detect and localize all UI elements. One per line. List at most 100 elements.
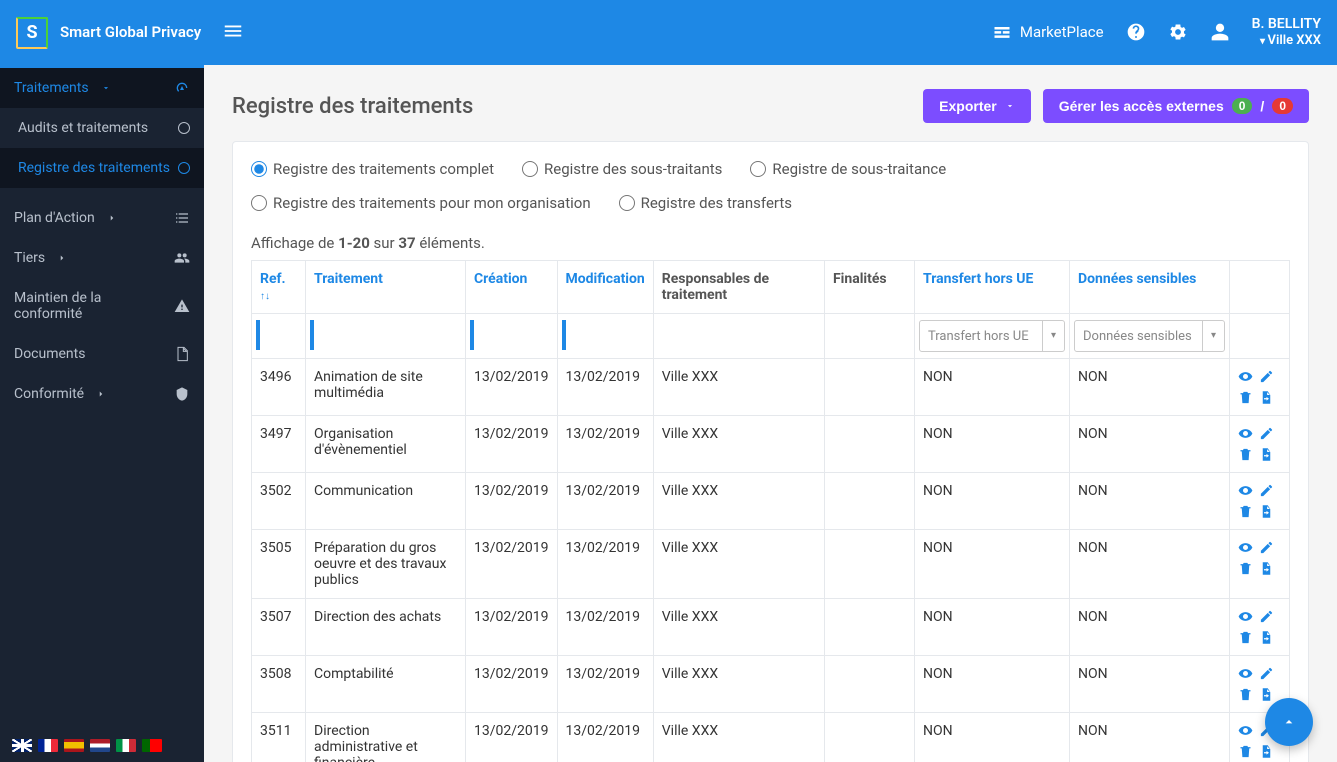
delete-icon[interactable] bbox=[1238, 744, 1253, 759]
cell-modification: 13/02/2019 bbox=[557, 599, 653, 656]
col-actions bbox=[1230, 261, 1290, 314]
delete-icon[interactable] bbox=[1238, 447, 1253, 462]
export-row-icon[interactable] bbox=[1259, 447, 1274, 462]
export-row-icon[interactable] bbox=[1259, 504, 1274, 519]
caret-down-icon bbox=[1005, 101, 1015, 111]
radio-sous-traitants[interactable]: Registre des sous-traitants bbox=[522, 160, 722, 178]
caret-up-icon bbox=[1281, 714, 1297, 730]
view-icon[interactable] bbox=[1238, 666, 1253, 681]
col-transfert[interactable]: Transfert hors UE bbox=[915, 261, 1070, 314]
radio-complet[interactable]: Registre des traitements complet bbox=[251, 160, 494, 178]
badge-separator: / bbox=[1260, 98, 1264, 114]
sidebar-item-conformite[interactable]: Conformité bbox=[0, 374, 204, 414]
col-responsables: Responsables de traitement bbox=[653, 261, 824, 314]
filter-transfert[interactable]: Transfert hors UE▾ bbox=[919, 320, 1065, 352]
scroll-top-button[interactable] bbox=[1265, 698, 1313, 746]
document-icon bbox=[174, 346, 190, 362]
chevron-right-icon bbox=[57, 253, 67, 263]
cell-modification: 13/02/2019 bbox=[557, 530, 653, 599]
help-icon[interactable] bbox=[1126, 22, 1146, 42]
filter-modification[interactable] bbox=[562, 320, 649, 350]
sidebar-item-tiers[interactable]: Tiers bbox=[0, 238, 204, 278]
view-icon[interactable] bbox=[1238, 483, 1253, 498]
manage-access-button[interactable]: Gérer les accès externes 0 / 0 bbox=[1043, 89, 1309, 123]
cell-transfert: NON bbox=[915, 359, 1070, 416]
export-row-icon[interactable] bbox=[1259, 630, 1274, 645]
gear-icon[interactable] bbox=[1168, 22, 1188, 42]
export-button[interactable]: Exporter bbox=[923, 89, 1031, 123]
sidebar-item-audits[interactable]: Audits et traitements bbox=[0, 108, 204, 148]
hamburger-icon bbox=[222, 20, 244, 42]
cell-creation: 13/02/2019 bbox=[466, 530, 558, 599]
filter-traitement[interactable] bbox=[310, 320, 461, 350]
col-creation[interactable]: Création bbox=[466, 261, 558, 314]
sidebar-item-registre[interactable]: Registre des traitements bbox=[0, 148, 204, 188]
view-icon[interactable] bbox=[1238, 426, 1253, 441]
filter-ref[interactable] bbox=[256, 320, 301, 350]
export-row-icon[interactable] bbox=[1259, 744, 1274, 759]
export-row-icon[interactable] bbox=[1259, 687, 1274, 702]
gauge-icon bbox=[174, 80, 190, 96]
delete-icon[interactable] bbox=[1238, 504, 1253, 519]
sidebar-item-documents[interactable]: Documents bbox=[0, 334, 204, 374]
filter-creation[interactable] bbox=[470, 320, 553, 350]
edit-icon[interactable] bbox=[1259, 540, 1274, 555]
table-row: 3511 Direction administrative et financi… bbox=[252, 713, 1290, 762]
cell-donnees: NON bbox=[1070, 530, 1230, 599]
flag-fr[interactable] bbox=[38, 739, 58, 752]
edit-icon[interactable] bbox=[1259, 609, 1274, 624]
cell-responsables: Ville XXX bbox=[653, 473, 824, 530]
filter-donnees[interactable]: Données sensibles▾ bbox=[1074, 320, 1225, 352]
chevron-right-icon bbox=[107, 213, 117, 223]
delete-icon[interactable] bbox=[1238, 390, 1253, 405]
cell-ref: 3505 bbox=[252, 530, 306, 599]
cell-creation: 13/02/2019 bbox=[466, 656, 558, 713]
sidebar-item-maintien[interactable]: Maintien de la conformité bbox=[0, 278, 204, 334]
flag-nl[interactable] bbox=[90, 739, 110, 752]
delete-icon[interactable] bbox=[1238, 630, 1253, 645]
col-ref[interactable]: Ref. ↑↓ bbox=[252, 261, 306, 314]
flag-pt[interactable] bbox=[142, 739, 162, 752]
user-org: Ville XXX bbox=[1252, 33, 1321, 50]
cell-modification: 13/02/2019 bbox=[557, 713, 653, 762]
main-content: Registre des traitements Exporter Gérer … bbox=[204, 65, 1337, 762]
edit-icon[interactable] bbox=[1259, 369, 1274, 384]
delete-icon[interactable] bbox=[1238, 687, 1253, 702]
flag-it[interactable] bbox=[116, 739, 136, 752]
delete-icon[interactable] bbox=[1238, 561, 1253, 576]
table-row: 3505 Préparation du gros oeuvre et des t… bbox=[252, 530, 1290, 599]
sidebar-item-traitements[interactable]: Traitements bbox=[0, 68, 204, 108]
cell-transfert: NON bbox=[915, 473, 1070, 530]
radio-organisation[interactable]: Registre des traitements pour mon organi… bbox=[251, 194, 591, 212]
cell-finalites bbox=[825, 416, 915, 473]
badge-red: 0 bbox=[1272, 98, 1293, 114]
table-row: 3507 Direction des achats 13/02/2019 13/… bbox=[252, 599, 1290, 656]
table-row: 3502 Communication 13/02/2019 13/02/2019… bbox=[252, 473, 1290, 530]
chevron-down-icon bbox=[101, 83, 111, 93]
col-traitement[interactable]: Traitement bbox=[306, 261, 466, 314]
view-icon[interactable] bbox=[1238, 540, 1253, 555]
radio-sous-traitance[interactable]: Registre de sous-traitance bbox=[750, 160, 946, 178]
edit-icon[interactable] bbox=[1259, 426, 1274, 441]
col-modification[interactable]: Modification bbox=[557, 261, 653, 314]
edit-icon[interactable] bbox=[1259, 483, 1274, 498]
cell-donnees: NON bbox=[1070, 713, 1230, 762]
menu-toggle-button[interactable] bbox=[214, 12, 252, 54]
radio-transferts[interactable]: Registre des transferts bbox=[619, 194, 792, 212]
brand[interactable]: S Smart Global Privacy bbox=[16, 17, 206, 49]
edit-icon[interactable] bbox=[1259, 666, 1274, 681]
cell-responsables: Ville XXX bbox=[653, 530, 824, 599]
marketplace-link[interactable]: MarketPlace bbox=[992, 22, 1104, 42]
view-icon[interactable] bbox=[1238, 369, 1253, 384]
export-row-icon[interactable] bbox=[1259, 390, 1274, 405]
export-row-icon[interactable] bbox=[1259, 561, 1274, 576]
user-icon[interactable] bbox=[1210, 22, 1230, 42]
user-menu[interactable]: B. BELLITY Ville XXX bbox=[1252, 15, 1321, 50]
flag-uk[interactable] bbox=[12, 739, 32, 752]
cell-traitement: Organisation d'évènementiel bbox=[306, 416, 466, 473]
sidebar-item-plan-action[interactable]: Plan d'Action bbox=[0, 198, 204, 238]
view-icon[interactable] bbox=[1238, 723, 1253, 738]
view-icon[interactable] bbox=[1238, 609, 1253, 624]
flag-es[interactable] bbox=[64, 739, 84, 752]
col-donnees[interactable]: Données sensibles bbox=[1070, 261, 1230, 314]
